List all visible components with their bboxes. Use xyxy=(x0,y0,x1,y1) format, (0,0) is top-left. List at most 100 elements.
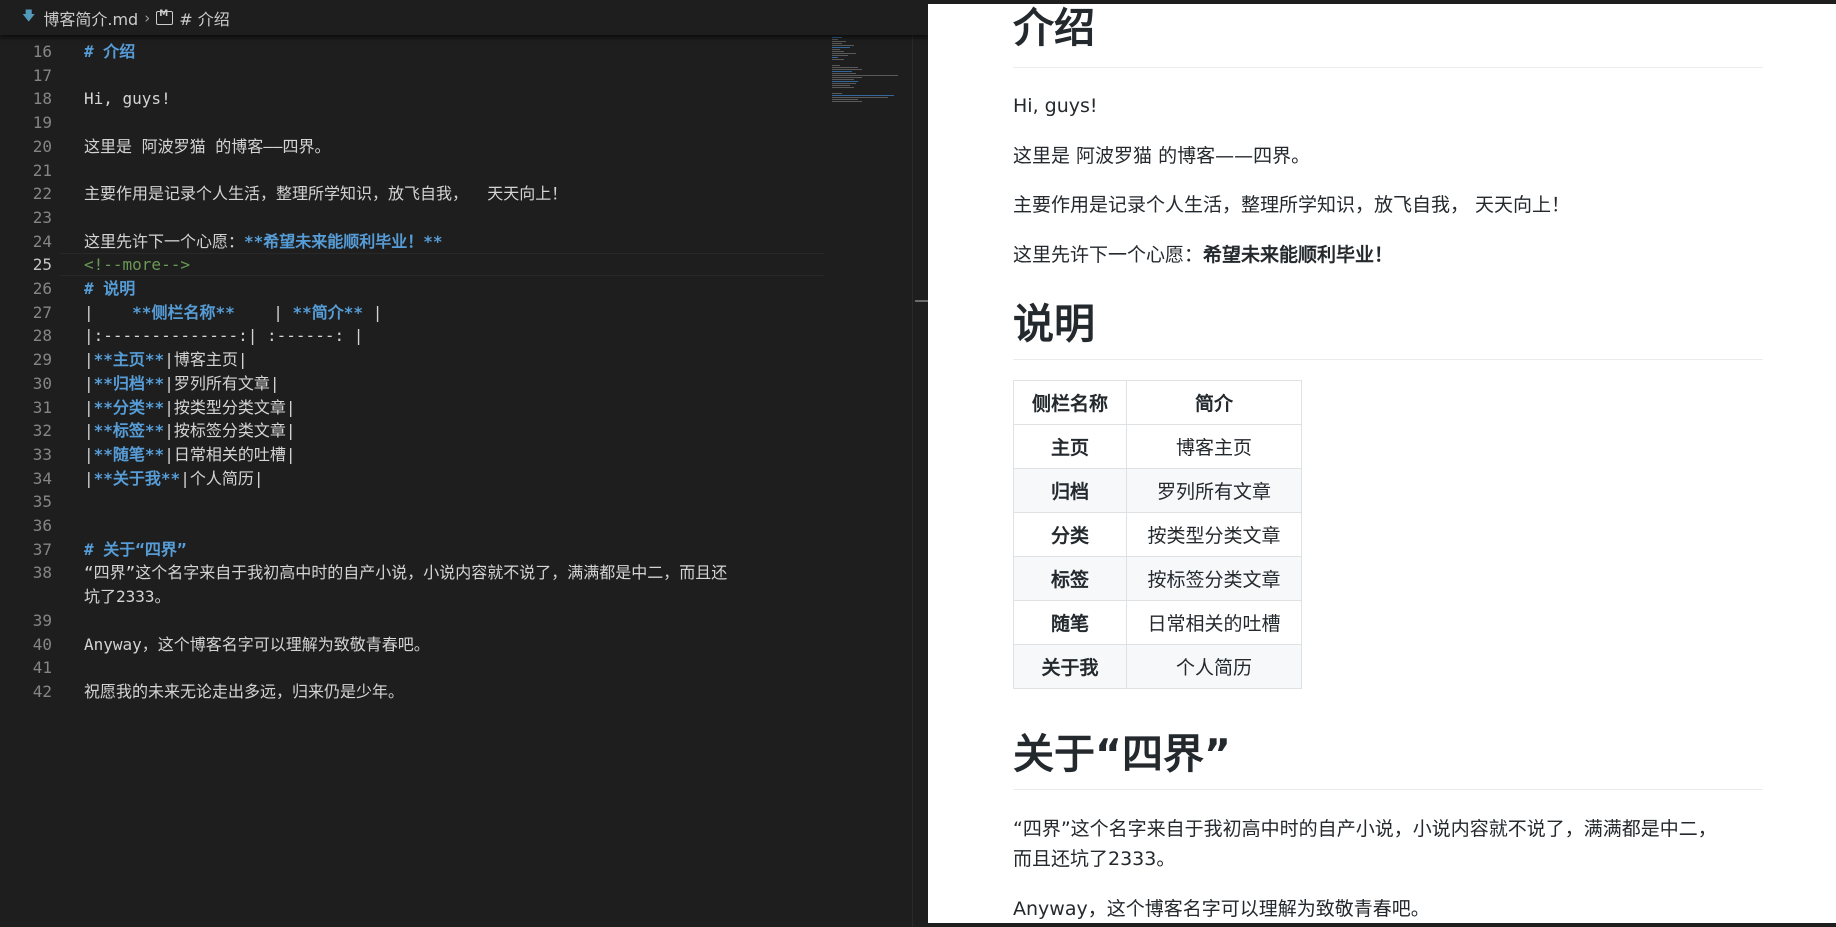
preview-bottom-border xyxy=(928,923,1836,927)
minimap-line xyxy=(832,87,854,88)
paragraph-about: “四界”这个名字来自于我初高中时的自产小说，小说内容就不说了，满满都是中二， 而… xyxy=(1013,814,1773,874)
line-text: |**主页**|博客主页| xyxy=(84,348,247,372)
paragraph-about-line1: “四界”这个名字来自于我初高中时的自产小说，小说内容就不说了，满满都是中二， xyxy=(1013,818,1717,840)
line-number: 20 xyxy=(32,136,52,156)
markdown-heading: # 介绍 xyxy=(84,42,136,61)
code-line[interactable]: 27 | **侧栏名称** | **简介** | xyxy=(0,301,830,325)
plain-text: Anyway，这个博客名字可以理解为致敬青春吧。 xyxy=(84,634,430,654)
minimap-line xyxy=(832,55,848,56)
table-cell-name: 分类 xyxy=(1013,512,1127,557)
code-editor[interactable]: 16 # 介绍 17 18 Hi, guys! 19 20 这里是 阿波罗猫 的博客——四界。… xyxy=(0,35,830,927)
table-cell-name: 随笔 xyxy=(1013,600,1127,645)
paragraph-about-line2: 而且还坑了2333。 xyxy=(1013,848,1176,870)
code-line[interactable]: 33 |**随笔**|日常相关的吐槽| xyxy=(0,443,830,467)
code-line[interactable]: 22 主要作用是记录个人生活，整理所学知识，放飞自我， 天天向上！ xyxy=(0,182,830,206)
editor-pane[interactable]: 🡇 博客简介.md › # 介绍 16 # 介绍 1718 Hi, guys!1920… xyxy=(0,0,928,927)
line-text: |**随笔**|日常相关的吐槽| xyxy=(84,443,295,467)
code-line[interactable]: 17 xyxy=(0,64,830,88)
line-number: 32 xyxy=(32,421,52,441)
chevron-right-icon: › xyxy=(144,8,151,27)
line-number: 18 xyxy=(32,89,52,109)
wish-prefix: 这里先许下一个心愿： xyxy=(1013,244,1204,266)
line-number: 25 xyxy=(32,255,52,275)
line-number: 41 xyxy=(32,658,52,678)
paragraph-blog: 这里是 阿波罗猫 的博客——四界。 xyxy=(1013,145,1311,167)
code-line[interactable]: 32 |**标签**|按标签分类文章| xyxy=(0,419,830,443)
preview-top-border xyxy=(928,0,1836,4)
line-number: 33 xyxy=(32,444,52,464)
minimap-line xyxy=(832,85,850,86)
minimap-line xyxy=(832,93,842,94)
markdown-bold: **随笔** xyxy=(93,444,165,464)
minimap-line xyxy=(832,99,858,100)
heading-intro: 介绍 xyxy=(1013,4,1095,52)
markdown-bold: **归档** xyxy=(93,373,165,393)
line-number: 39 xyxy=(32,610,52,630)
minimap-line xyxy=(832,67,858,68)
code-line[interactable]: 21 xyxy=(0,159,830,183)
code-line[interactable]: 42 祝愿我的未来无论走出多远，归来仍是少年。 xyxy=(0,680,830,704)
code-line[interactable]: 29 |**主页**|博客主页| xyxy=(0,348,830,372)
heading-rule xyxy=(1013,67,1763,68)
code-line[interactable]: 30 |**归档**|罗列所有文章| xyxy=(0,372,830,396)
plain-text: | xyxy=(84,468,94,488)
line-text: 主要作用是记录个人生活，整理所学知识，放飞自我， 天天向上！ xyxy=(84,182,567,206)
code-line[interactable]: 20 这里是 阿波罗猫 的博客——四界。 xyxy=(0,135,830,159)
markdown-preview[interactable]: 介绍 Hi, guys! 这里是 阿波罗猫 的博客——四界。 主要作用是记录个人… xyxy=(928,4,1836,923)
code-line[interactable]: 39 xyxy=(0,609,830,633)
code-line[interactable]: 41 xyxy=(0,656,830,680)
breadcrumb-file[interactable]: 博客简介.md xyxy=(43,6,138,30)
paragraph-wish: 这里先许下一个心愿：希望未来能顺利毕业！ xyxy=(1013,240,1393,270)
line-text: <!--more--> xyxy=(84,253,190,277)
table-header-desc: 简介 xyxy=(1126,380,1302,425)
code-line[interactable]: 35 xyxy=(0,490,830,514)
line-number: 27 xyxy=(32,302,52,322)
minimap-line xyxy=(832,45,854,46)
plain-text: | xyxy=(84,397,94,417)
minimap-line xyxy=(832,79,854,80)
code-line[interactable]: 38 “四界”这个名字来自于我初高中时的自产小说，小说内容就不说了，满满都是中二，… xyxy=(0,561,830,585)
table-cell-name: 标签 xyxy=(1013,556,1127,601)
code-line[interactable]: 25 <!--more--> xyxy=(0,253,830,277)
plain-text: |罗列所有文章| xyxy=(164,373,280,393)
line-text: 祝愿我的未来无论走出多远，归来仍是少年。 xyxy=(84,680,404,704)
table-row: 分类 按类型分类文章 xyxy=(1013,512,1302,557)
vertical-scrollbar[interactable] xyxy=(912,35,928,927)
minimap[interactable] xyxy=(830,35,912,927)
code-line[interactable]: 40 Anyway，这个博客名字可以理解为致敬青春吧。 xyxy=(0,633,830,657)
html-comment: <!--more--> xyxy=(84,255,190,275)
plain-text: Hi, guys! xyxy=(84,89,171,109)
plain-text: |博客主页| xyxy=(164,350,248,370)
code-line[interactable]: 28 |:--------------:| :------: | xyxy=(0,324,830,348)
line-number: 22 xyxy=(32,184,52,204)
code-line[interactable]: 34 |**关于我**|个人简历| xyxy=(0,467,830,491)
code-line[interactable]: 24 这里先许下一个心愿：**希望未来能顺利毕业！** xyxy=(0,230,830,254)
table-header-row: 侧栏名称 简介 xyxy=(1013,380,1302,425)
minimap-line xyxy=(832,65,840,66)
code-line[interactable]: 16 # 介绍 xyxy=(0,40,830,64)
markdown-bold: **希望未来能顺利毕业！** xyxy=(244,231,443,251)
minimap-line xyxy=(832,97,888,98)
code-line[interactable]: 19 xyxy=(0,111,830,135)
code-line[interactable]: 36 xyxy=(0,514,830,538)
line-number: 16 xyxy=(32,42,52,61)
minimap-line xyxy=(832,75,898,76)
markdown-bold: **简介** xyxy=(292,302,364,322)
code-line[interactable]: 26 # 说明 xyxy=(0,277,830,301)
line-text: Hi, guys! xyxy=(84,87,171,111)
table-row: 主页 博客主页 xyxy=(1013,424,1302,469)
breadcrumb-section[interactable]: # 介绍 xyxy=(179,6,230,30)
code-line[interactable]: 37 # 关于“四界” xyxy=(0,538,830,562)
minimap-line xyxy=(832,47,850,48)
breadcrumb: 🡇 博客简介.md › # 介绍 xyxy=(0,0,928,35)
line-text: |**标签**|按标签分类文章| xyxy=(84,419,295,443)
code-line[interactable]: 坑了2333。 xyxy=(0,585,830,609)
table-header-name: 侧栏名称 xyxy=(1013,380,1127,425)
table-row: 随笔 日常相关的吐槽 xyxy=(1013,600,1302,645)
code-line[interactable]: 23 xyxy=(0,206,830,230)
line-number: 37 xyxy=(32,539,52,559)
line-text: “四界”这个名字来自于我初高中时的自产小说，小说内容就不说了，满满都是中二，而且… xyxy=(84,561,727,585)
code-line[interactable]: 18 Hi, guys! xyxy=(0,87,830,111)
paragraph-anyway: Anyway，这个博客名字可以理解为致敬青春吧。 xyxy=(1013,898,1430,920)
code-line[interactable]: 31 |**分类**|按类型分类文章| xyxy=(0,396,830,420)
